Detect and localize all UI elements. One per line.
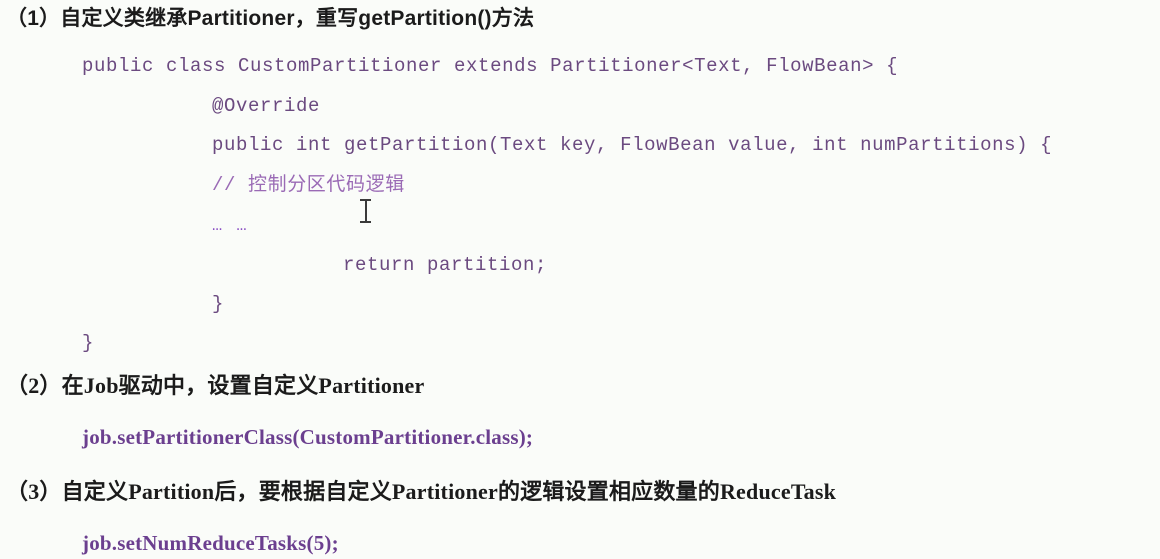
ibeam-bottom-cap <box>360 221 371 223</box>
code-line-getpartition-signature: public int getPartition(Text key, FlowBe… <box>212 134 1053 156</box>
section-2-heading: （2）在Job驱动中，设置自定义Partitioner <box>6 373 425 398</box>
code-line-override-annotation: @Override <box>212 95 321 117</box>
ibeam-top-cap <box>360 199 371 201</box>
code-line-comment: // 控制分区代码逻辑 <box>212 174 405 196</box>
text-cursor-icon <box>360 198 371 224</box>
snippet-set-num-reduce-tasks: job.setNumReduceTasks(5); <box>82 531 339 555</box>
slide-canvas: （1）自定义类继承Partitioner，重写getPartition()方法 … <box>0 0 1160 559</box>
section-1-heading: （1）自定义类继承Partitioner，重写getPartition()方法 <box>6 7 535 30</box>
ibeam-stem <box>365 200 367 222</box>
code-line-return-partition: return partition; <box>343 254 548 276</box>
code-line-close-class-brace: } <box>82 332 95 354</box>
code-line-close-method-brace: } <box>212 293 225 315</box>
code-line-ellipsis: … … <box>212 217 249 236</box>
code-line-class-declaration: public class CustomPartitioner extends P… <box>82 55 899 77</box>
snippet-set-partitioner-class: job.setPartitionerClass(CustomPartitione… <box>82 425 534 449</box>
section-3-heading: （3）自定义Partition后，要根据自定义Partitioner的逻辑设置相… <box>6 479 837 504</box>
